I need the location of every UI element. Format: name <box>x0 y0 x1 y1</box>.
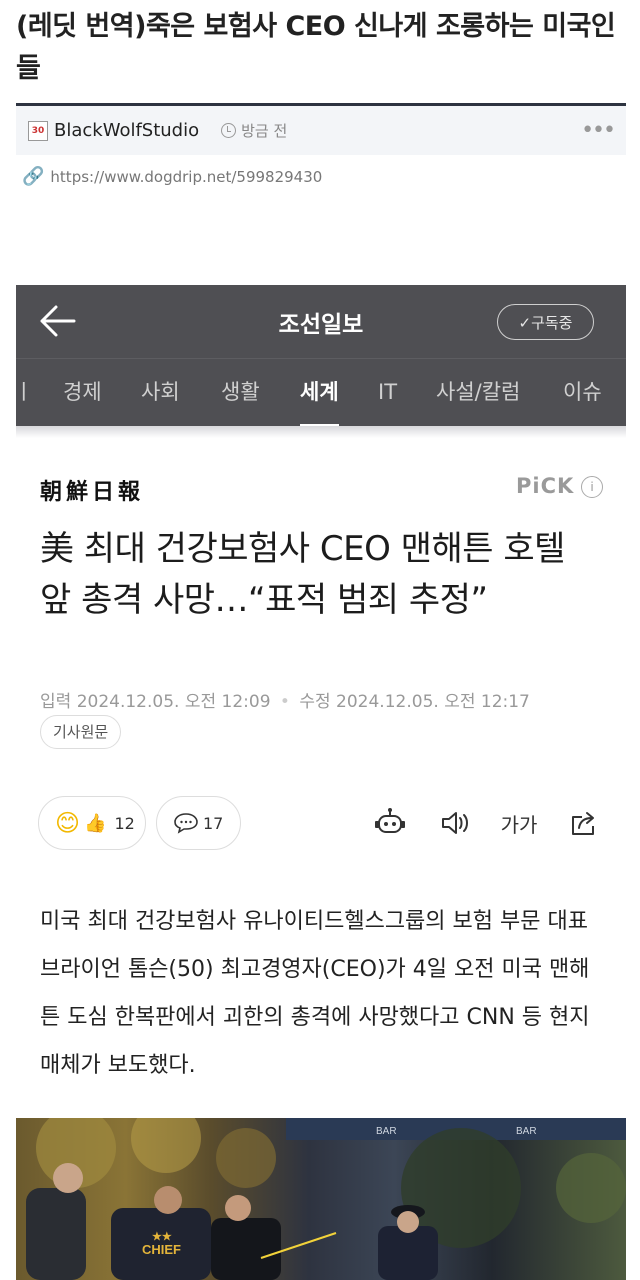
author-name[interactable]: BlackWolfStudio <box>54 120 199 141</box>
article-body: 미국 최대 건강보험사 유나이티드헬스그룹의 보험 부문 대표 브라이언 톰슨(… <box>40 909 590 1078</box>
modified-label: 수정 <box>299 692 331 712</box>
share-icon[interactable] <box>566 806 602 840</box>
vest-text: CHIEF <box>142 1242 181 1257</box>
info-icon[interactable]: i <box>581 476 603 498</box>
news-photo-illustration: BAR BAR ★★ CHIEF <box>26 1118 626 1280</box>
comment-button[interactable]: 17 <box>156 796 241 850</box>
newspaper-logo: 朝鮮日報 <box>40 479 145 505</box>
published-date: 2024.12.05. 오전 12:09 <box>76 692 271 712</box>
back-arrow-icon[interactable] <box>38 303 76 339</box>
comment-count: 17 <box>203 813 224 833</box>
link-icon: 🔗 <box>22 166 45 187</box>
clock-icon <box>221 123 237 138</box>
post-title: (레딧 번역)죽은 보험사 CEO 신나게 조롱하는 미국인들 <box>16 11 616 84</box>
tab-life[interactable]: 생활 <box>221 359 260 426</box>
font-size-button[interactable]: 가가 <box>497 806 541 840</box>
bar-sign-2: BAR <box>516 1126 537 1137</box>
tab-shadow <box>16 426 626 438</box>
reaction-button[interactable]: 😊 👍 12 <box>38 796 146 850</box>
news-photo: BAR BAR ★★ CHIEF <box>16 1118 626 1280</box>
published-label: 입력 <box>40 692 72 712</box>
post-meta-bar: 30 BlackWolfStudio 방금 전 ••• <box>16 103 626 155</box>
reaction-count: 12 <box>114 813 135 833</box>
tab-it[interactable]: IT <box>378 359 397 426</box>
speaker-icon[interactable] <box>437 806 473 840</box>
original-article-button[interactable]: 기사원문 <box>40 715 122 749</box>
tab-issue[interactable]: 이슈 <box>563 359 602 426</box>
category-tabs: ㅣ 경제 사회 생활 세계 IT 사설/칼럼 이슈 <box>16 358 626 426</box>
tab-partial[interactable]: ㅣ <box>16 359 33 426</box>
tab-economy[interactable]: 경제 <box>63 359 102 426</box>
more-options-icon[interactable]: ••• <box>581 118 616 143</box>
bar-sign: BAR <box>376 1126 397 1137</box>
thumbs-up-icon: 👍 <box>84 812 107 834</box>
modified-date: 2024.12.05. 오전 12:17 <box>336 692 530 712</box>
source-link[interactable]: 🔗 https://www.dogdrip.net/599829430 <box>22 166 322 187</box>
article-headline: 美 최대 건강보험사 CEO 맨해튼 호텔 앞 총격 사망…“표적 범죄 추정” <box>40 529 565 620</box>
post-time: 방금 전 <box>241 122 288 140</box>
tab-editorial[interactable]: 사설/칼럼 <box>436 359 520 426</box>
date-separator: • <box>279 692 290 712</box>
tab-society[interactable]: 사회 <box>141 359 180 426</box>
author-level-icon: 30 <box>28 120 48 141</box>
source-link-text[interactable]: https://www.dogdrip.net/599829430 <box>50 168 322 186</box>
ai-summary-robot-icon[interactable] <box>371 806 409 840</box>
subscribe-button[interactable]: ✓구독중 <box>497 304 594 340</box>
article-dates: 입력 2024.12.05. 오전 12:09 • 수정 2024.12.05.… <box>40 687 530 712</box>
pick-label: PiCK <box>516 474 575 498</box>
comment-icon <box>174 813 198 834</box>
smile-reaction-icon: 😊 <box>55 809 81 837</box>
tab-world[interactable]: 세계 <box>300 359 339 426</box>
app-header: 조선일보 ✓구독중 <box>16 285 626 358</box>
